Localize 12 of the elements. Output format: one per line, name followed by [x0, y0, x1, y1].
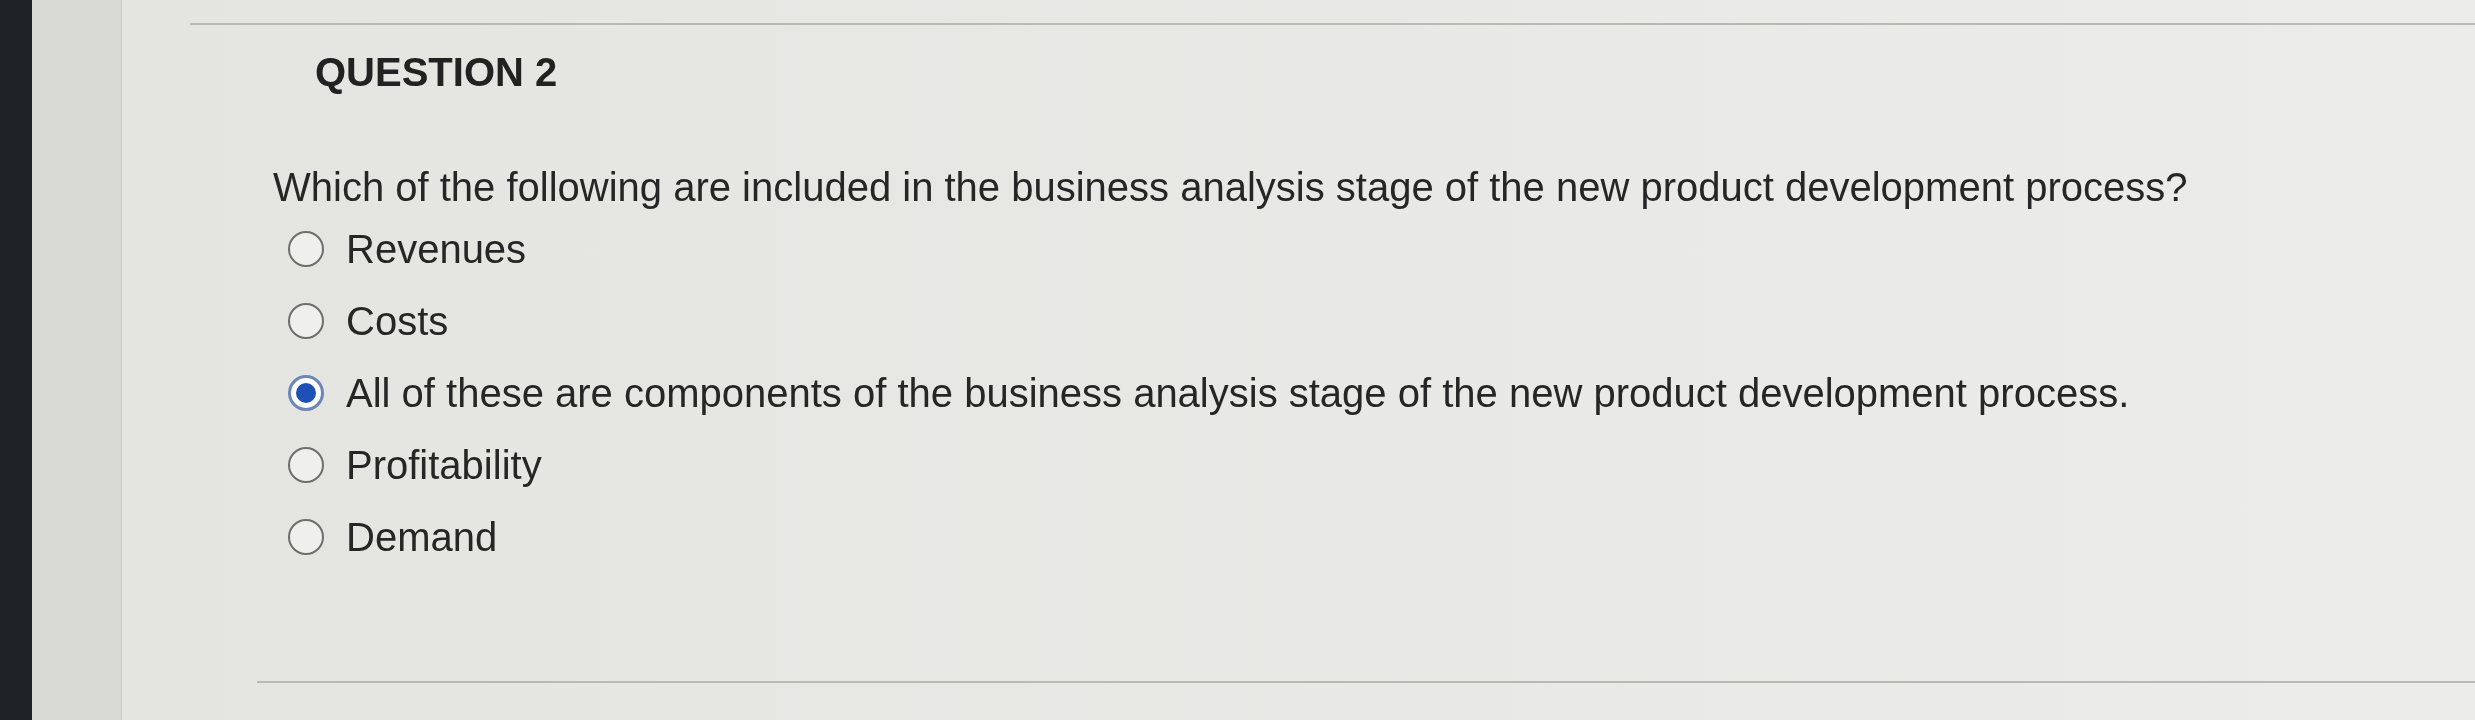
question-title: QUESTION 2 — [315, 49, 558, 96]
radio-button[interactable] — [288, 303, 324, 339]
option-label[interactable]: Demand — [346, 513, 498, 561]
option-label[interactable]: Profitability — [346, 441, 542, 489]
question-text: Which of the following are included in the business analysis stage of the new product development process? — [273, 164, 2188, 211]
radio-button[interactable] — [288, 519, 324, 555]
option-label[interactable]: Costs — [346, 297, 449, 345]
option-label[interactable]: Revenues — [346, 225, 527, 273]
radio-button[interactable] — [288, 447, 324, 483]
radio-button[interactable] — [288, 231, 324, 267]
option-label[interactable]: All of these are components of the business analysis stage of the new product development process. — [346, 369, 2130, 417]
radio-button[interactable] — [288, 375, 324, 411]
